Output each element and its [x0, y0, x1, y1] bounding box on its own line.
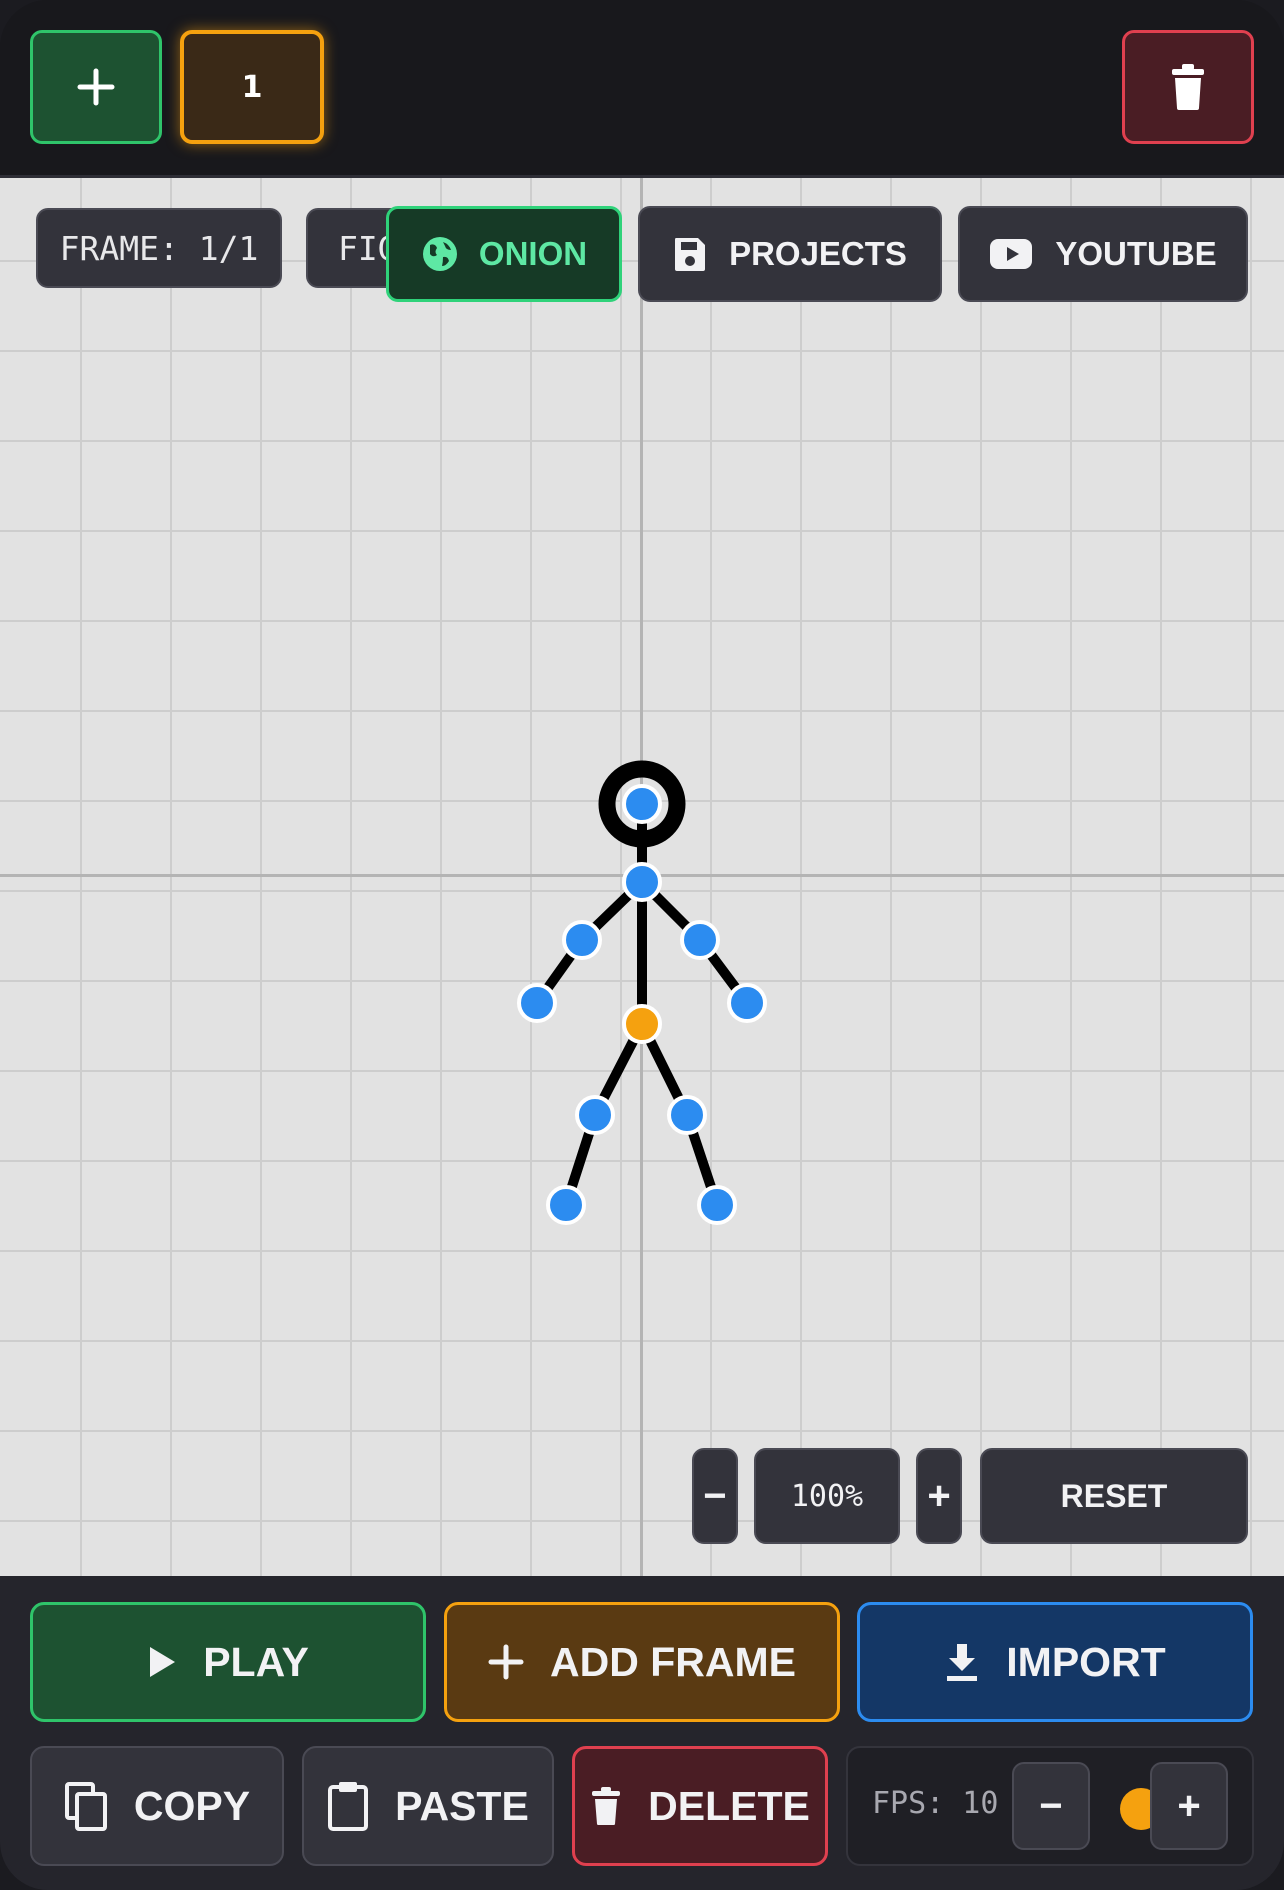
- frame-tab[interactable]: 1: [180, 30, 324, 144]
- play-label: PLAY: [203, 1638, 309, 1685]
- drawing-canvas[interactable]: [0, 178, 1284, 1576]
- joint-right-elbow: [680, 920, 720, 960]
- joint-right-hand: [727, 983, 767, 1023]
- fps-increase-button[interactable]: +: [1150, 1762, 1228, 1850]
- paste-label: PASTE: [395, 1782, 529, 1829]
- zoom-in-button[interactable]: +: [916, 1448, 962, 1544]
- youtube-icon: [990, 239, 1033, 269]
- stick-figure[interactable]: [0, 178, 1284, 1576]
- fps-control: FPS: 10 − +: [846, 1746, 1254, 1866]
- joint-right-knee: [667, 1095, 707, 1135]
- download-icon: [947, 1644, 978, 1681]
- zoom-out-button[interactable]: −: [692, 1448, 738, 1544]
- fps-label: FPS: 10: [872, 1786, 999, 1821]
- zoom-level: 100%: [754, 1448, 900, 1544]
- play-icon: [150, 1647, 176, 1677]
- reset-view-button[interactable]: RESET: [980, 1448, 1248, 1544]
- trash-icon: [1172, 64, 1204, 110]
- fps-decrease-button[interactable]: −: [1012, 1762, 1090, 1850]
- youtube-label: YOUTUBE: [1055, 235, 1217, 272]
- projects-button[interactable]: PROJECTS: [638, 206, 942, 302]
- save-icon: [675, 238, 706, 271]
- import-button[interactable]: IMPORT: [857, 1602, 1253, 1722]
- joint-hip-root: [622, 1004, 662, 1044]
- delete-frame-button[interactable]: DELETE: [572, 1746, 828, 1866]
- onion-skin-toggle[interactable]: ONION: [386, 206, 622, 302]
- add-frame-label: ADD FRAME: [550, 1638, 796, 1685]
- joint-left-foot: [546, 1185, 586, 1225]
- copy-icon: [64, 1782, 107, 1831]
- joint-right-foot: [697, 1185, 737, 1225]
- copy-label: COPY: [133, 1782, 251, 1829]
- trash-icon: [592, 1787, 621, 1825]
- play-button[interactable]: PLAY: [30, 1602, 426, 1722]
- delete-figure-button[interactable]: [1122, 30, 1254, 144]
- app-window: 1 FRAME: 1/1 FIG ONION PROJECTS YOUTUBE …: [0, 0, 1284, 1890]
- add-frame-button[interactable]: ADD FRAME: [444, 1602, 840, 1722]
- plus-icon: [77, 68, 115, 106]
- copy-button[interactable]: COPY: [30, 1746, 284, 1866]
- globe-icon: [422, 237, 457, 271]
- joint-left-elbow: [562, 920, 602, 960]
- joint-left-knee: [575, 1095, 615, 1135]
- delete-label: DELETE: [648, 1782, 810, 1829]
- projects-label: PROJECTS: [729, 235, 907, 272]
- joint-left-hand: [517, 983, 557, 1023]
- joint-head: [622, 784, 662, 824]
- joint-neck: [622, 862, 662, 902]
- clipboard-icon: [328, 1782, 369, 1831]
- top-toolbar: 1: [0, 0, 1284, 178]
- onion-label: ONION: [478, 235, 588, 272]
- paste-button[interactable]: PASTE: [302, 1746, 554, 1866]
- frame-indicator: FRAME: 1/1: [36, 208, 282, 288]
- plus-icon: [488, 1644, 524, 1680]
- import-label: IMPORT: [1006, 1638, 1166, 1685]
- add-figure-button[interactable]: [30, 30, 162, 144]
- youtube-button[interactable]: YOUTUBE: [958, 206, 1248, 302]
